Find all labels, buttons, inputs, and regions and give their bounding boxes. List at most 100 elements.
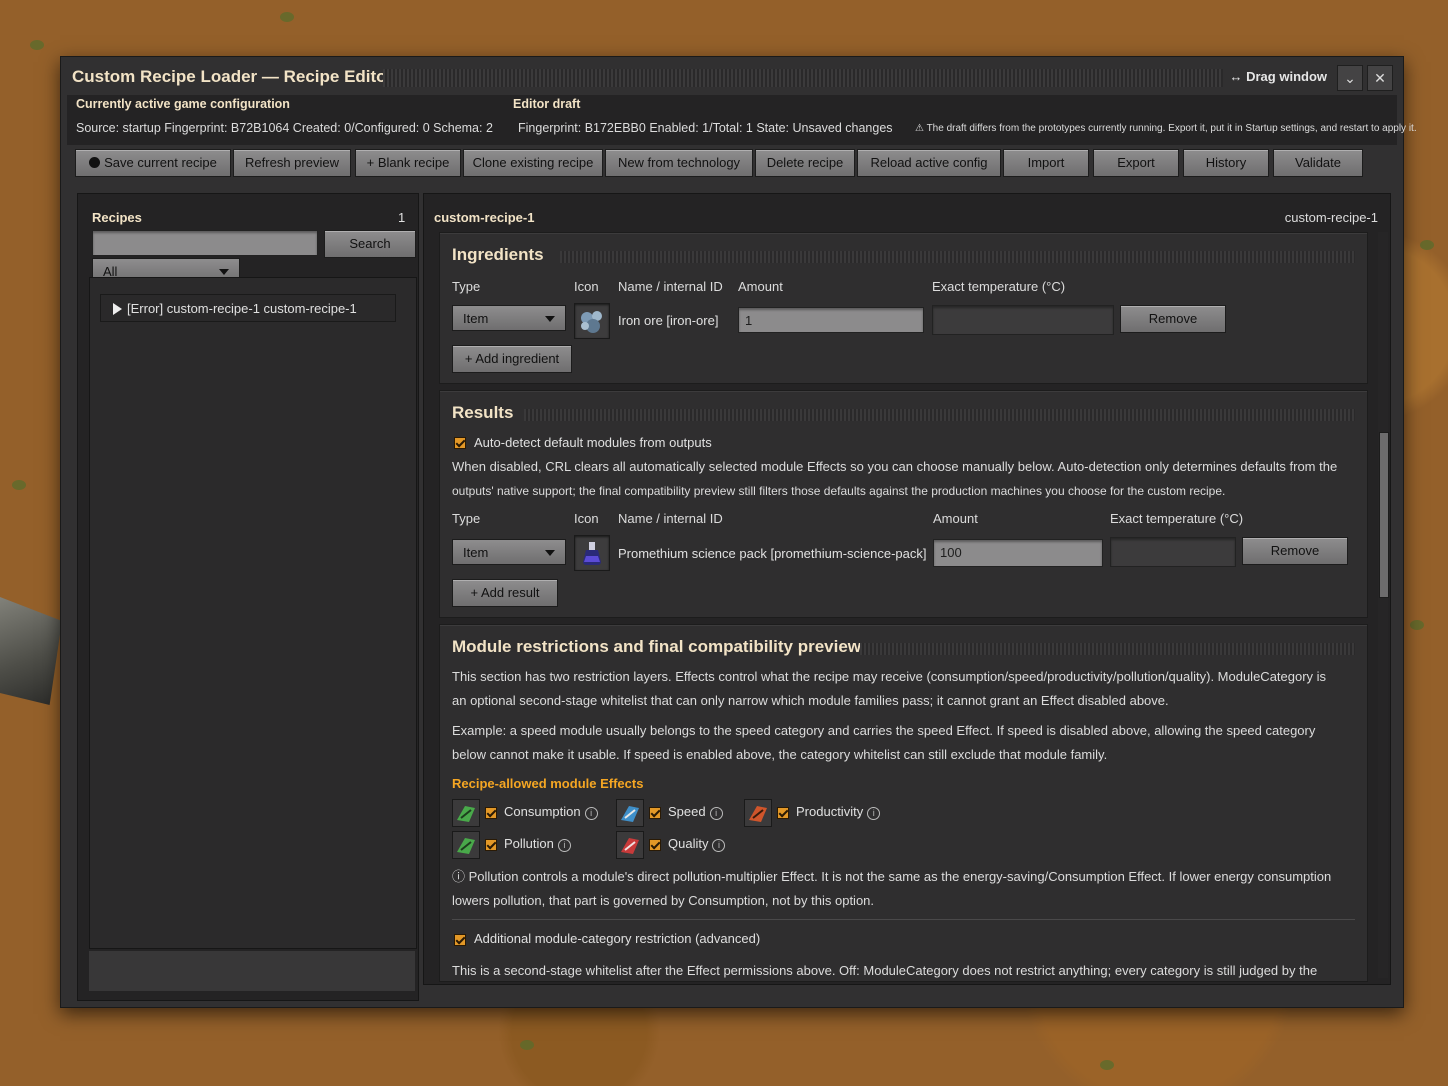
quality-checkbox[interactable] bbox=[649, 839, 661, 851]
validate-button[interactable]: Validate bbox=[1273, 149, 1363, 177]
background-machine bbox=[0, 597, 62, 705]
promethium-science-pack-icon[interactable] bbox=[574, 535, 610, 571]
editor-draft-line: Fingerprint: B172EBB0 Enabled: 1/Total: … bbox=[518, 121, 893, 135]
expand-arrow-icon[interactable] bbox=[113, 303, 122, 315]
col-icon: Icon bbox=[574, 511, 599, 526]
results-description-2: outputs' native support; the final compa… bbox=[452, 484, 1226, 498]
chevron-down-icon bbox=[545, 550, 555, 556]
reload-config-button[interactable]: Reload active config bbox=[857, 149, 1001, 177]
productivity-module-icon bbox=[744, 799, 772, 827]
save-dot-icon bbox=[89, 157, 101, 168]
refresh-preview-button[interactable]: Refresh preview bbox=[233, 149, 351, 177]
result-type-dropdown[interactable]: Item bbox=[452, 539, 566, 565]
recipes-count: 1 bbox=[398, 210, 406, 225]
col-icon: Icon bbox=[574, 279, 599, 294]
result-name: Promethium science pack [promethium-scie… bbox=[618, 546, 927, 561]
draft-warning: ⚠ The draft differs from the prototypes … bbox=[915, 123, 1417, 134]
new-from-technology-button[interactable]: New from technology bbox=[605, 149, 753, 177]
add-ingredient-button[interactable]: + Add ingredient bbox=[452, 345, 572, 373]
ingredient-amount-input[interactable]: 1 bbox=[738, 307, 924, 333]
editor-scrollbar[interactable] bbox=[1378, 232, 1388, 978]
editor-draft-heading: Editor draft bbox=[513, 97, 581, 111]
speed-label: Speed i bbox=[668, 804, 723, 820]
search-button[interactable]: Search bbox=[324, 230, 416, 258]
add-result-button[interactable]: + Add result bbox=[452, 579, 558, 607]
category-restriction-checkbox[interactable] bbox=[454, 934, 466, 946]
info-icon[interactable]: i bbox=[584, 807, 598, 820]
col-type: Type bbox=[452, 511, 481, 526]
recipe-search-input[interactable] bbox=[92, 230, 318, 256]
consumption-checkbox[interactable] bbox=[485, 807, 497, 819]
quality-label: Quality i bbox=[668, 836, 726, 852]
productivity-checkbox[interactable] bbox=[777, 807, 789, 819]
modules-para-2b: below cannot make it usable. If speed is… bbox=[452, 747, 1108, 762]
config-info-bar: Currently active game configuration Sour… bbox=[67, 95, 1417, 145]
consumption-module-icon bbox=[452, 799, 480, 827]
pollution-checkbox[interactable] bbox=[485, 839, 497, 851]
drag-handle[interactable] bbox=[383, 69, 1223, 87]
remove-result-button[interactable]: Remove bbox=[1242, 537, 1348, 565]
col-amount: Amount bbox=[738, 279, 783, 294]
iron-ore-icon[interactable] bbox=[574, 303, 610, 339]
category-description: This is a second-stage whitelist after t… bbox=[452, 963, 1318, 978]
info-icon[interactable]: i bbox=[709, 807, 723, 820]
info-icon[interactable]: i bbox=[712, 839, 726, 852]
results-description-1: When disabled, CRL clears all automatica… bbox=[452, 459, 1338, 474]
recipe-list-footer bbox=[89, 951, 415, 991]
consumption-label: Consumption i bbox=[504, 804, 598, 820]
history-button[interactable]: History bbox=[1183, 149, 1269, 177]
background-grass bbox=[1100, 1060, 1114, 1070]
ingredient-temperature-input[interactable] bbox=[932, 305, 1114, 335]
col-name: Name / internal ID bbox=[618, 511, 723, 526]
info-icon[interactable]: i bbox=[867, 807, 881, 820]
section-divider bbox=[560, 251, 1355, 263]
export-button[interactable]: Export bbox=[1093, 149, 1179, 177]
drag-window-button[interactable]: ↔ Drag window bbox=[1230, 69, 1328, 84]
result-amount-input[interactable]: 100 bbox=[933, 539, 1103, 567]
chevron-down-icon bbox=[219, 269, 229, 275]
delete-recipe-button[interactable]: Delete recipe bbox=[755, 149, 855, 177]
background-grass bbox=[280, 12, 294, 22]
module-restrictions-section: Module restrictions and final compatibil… bbox=[439, 624, 1368, 982]
col-amount: Amount bbox=[933, 511, 978, 526]
divider bbox=[452, 919, 1355, 920]
info-icon[interactable]: i bbox=[557, 839, 571, 852]
close-icon[interactable]: ✕ bbox=[1367, 65, 1393, 91]
ingredient-name: Iron ore [iron-ore] bbox=[618, 313, 719, 328]
effects-heading: Recipe-allowed module Effects bbox=[452, 776, 644, 791]
col-name: Name / internal ID bbox=[618, 279, 723, 294]
auto-detect-checkbox[interactable] bbox=[454, 437, 466, 449]
recipe-list-item[interactable]: [Error] custom-recipe-1 custom-recipe-1 bbox=[100, 294, 396, 322]
pollution-note-b: lowers pollution, that part is governed … bbox=[452, 893, 875, 908]
save-recipe-button[interactable]: Save current recipe bbox=[75, 149, 231, 177]
recipe-name-right: custom-recipe-1 bbox=[1284, 210, 1378, 225]
window-titlebar[interactable]: Custom Recipe Loader — Recipe Editor ↔ D… bbox=[61, 57, 1403, 97]
ingredient-type-dropdown[interactable]: Item bbox=[452, 305, 566, 331]
blank-recipe-button[interactable]: + Blank recipe bbox=[355, 149, 461, 177]
category-restriction-label: Additional module-category restriction (… bbox=[474, 931, 761, 946]
pollution-label: Pollution i bbox=[504, 836, 571, 852]
chevron-down-icon bbox=[545, 316, 555, 322]
col-type: Type bbox=[452, 279, 481, 294]
recipe-list: [Error] custom-recipe-1 custom-recipe-1 bbox=[89, 277, 417, 949]
col-temperature: Exact temperature (°C) bbox=[932, 279, 1066, 294]
import-button[interactable]: Import bbox=[1003, 149, 1089, 177]
section-divider bbox=[860, 643, 1355, 655]
remove-ingredient-button[interactable]: Remove bbox=[1120, 305, 1226, 333]
clone-recipe-button[interactable]: Clone existing recipe bbox=[463, 149, 603, 177]
speed-module-icon bbox=[616, 799, 644, 827]
background-grass bbox=[1410, 620, 1424, 630]
window-title: Custom Recipe Loader — Recipe Editor bbox=[72, 67, 394, 86]
col-temperature: Exact temperature (°C) bbox=[1110, 511, 1244, 526]
auto-detect-label: Auto-detect default modules from outputs bbox=[474, 435, 712, 450]
section-divider bbox=[524, 409, 1355, 421]
result-temperature-input[interactable] bbox=[1110, 537, 1236, 567]
speed-checkbox[interactable] bbox=[649, 807, 661, 819]
collapse-icon[interactable]: ⌄ bbox=[1337, 65, 1363, 91]
editor-scrollbar-thumb[interactable] bbox=[1379, 432, 1389, 598]
quality-module-icon bbox=[616, 831, 644, 859]
recipe-name-heading: custom-recipe-1 bbox=[434, 210, 535, 225]
active-config-line: Source: startup Fingerprint: B72B1064 Cr… bbox=[76, 121, 493, 135]
background-grass bbox=[520, 1040, 534, 1050]
productivity-label: Productivity i bbox=[796, 804, 881, 820]
